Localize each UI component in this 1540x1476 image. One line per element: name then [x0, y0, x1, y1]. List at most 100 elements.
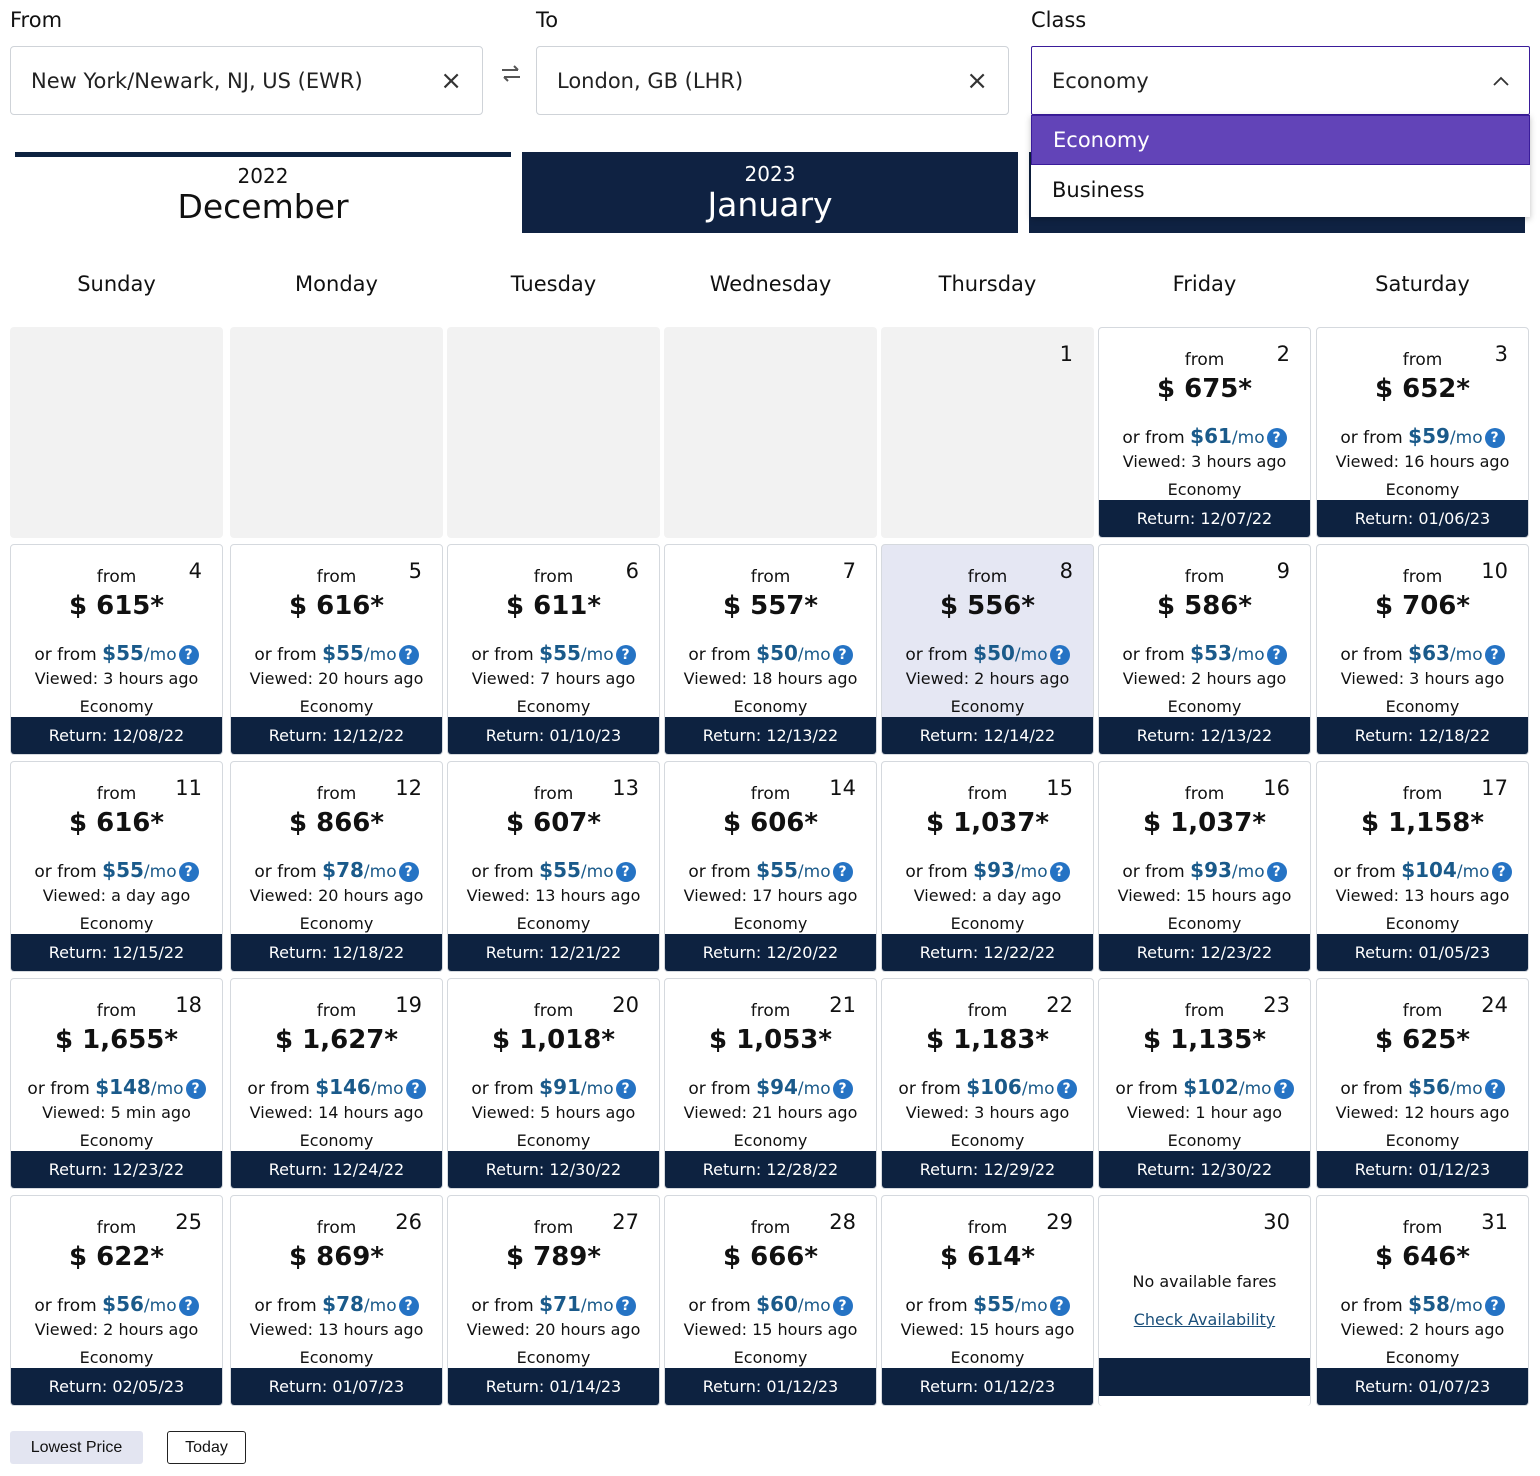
- clear-to-icon[interactable]: ×: [966, 68, 988, 94]
- calendar-day-15[interactable]: 15 from $ 1,037* or from $93/mo? Viewed: a d…: [881, 761, 1094, 972]
- calendar-day-19[interactable]: 19 from $ 1,627* or from $146/mo? Viewed: 14…: [230, 978, 443, 1189]
- help-icon[interactable]: ?: [615, 862, 636, 882]
- calendar-day-18[interactable]: 18 from $ 1,655* or from $148/mo? Viewed: 5 …: [10, 978, 223, 1189]
- per-month-label: /mo: [580, 862, 614, 882]
- from-label: from: [750, 567, 791, 587]
- help-icon[interactable]: ?: [1273, 1079, 1294, 1099]
- help-icon[interactable]: ?: [615, 1296, 636, 1316]
- calendar-day-10[interactable]: 10 from $ 706* or from $63/mo? Viewed: 3 hou…: [1316, 544, 1529, 755]
- monthly-price: or from $56/mo?: [1317, 1075, 1528, 1099]
- calendar-day-13[interactable]: 13 from $ 607* or from $55/mo? Viewed: 13 ho…: [447, 761, 660, 972]
- calendar-day-26[interactable]: 26 from $ 869* or from $78/mo? Viewed: 13 ho…: [230, 1195, 443, 1406]
- class-option-economy[interactable]: Economy: [1031, 115, 1530, 165]
- class-select[interactable]: Economy: [1031, 46, 1530, 115]
- help-icon[interactable]: ?: [615, 1079, 636, 1099]
- calendar-day-3[interactable]: 3 from $ 652* or from $59/mo? Viewed: 16 hou…: [1316, 327, 1529, 538]
- swap-arrows-icon[interactable]: [497, 62, 525, 86]
- month-tab-december[interactable]: 2022 December: [15, 152, 511, 233]
- calendar-day-27[interactable]: 27 from $ 789* or from $71/mo? Viewed: 20 ho…: [447, 1195, 660, 1406]
- help-icon[interactable]: ?: [1491, 862, 1512, 882]
- calendar-day-9[interactable]: 9 from $ 586* or from $53/mo? Viewed: 2 hour…: [1098, 544, 1311, 755]
- help-icon[interactable]: ?: [1049, 1296, 1070, 1316]
- help-icon[interactable]: ?: [178, 645, 199, 665]
- help-icon[interactable]: ?: [1056, 1079, 1077, 1099]
- per-month-label: /mo: [580, 1296, 614, 1316]
- help-icon[interactable]: ?: [832, 862, 853, 882]
- calendar-day-6[interactable]: 6 from $ 611* or from $55/mo? Viewed: 7 hour…: [447, 544, 660, 755]
- help-icon[interactable]: ?: [832, 1079, 853, 1099]
- viewed-prefix: Viewed:: [683, 1103, 753, 1122]
- help-icon[interactable]: ?: [832, 645, 853, 665]
- help-icon[interactable]: ?: [1484, 645, 1505, 665]
- calendar-day-17[interactable]: 17 from $ 1,158* or from $104/mo? Viewed: 13…: [1316, 761, 1529, 972]
- calendar-day-24[interactable]: 24 from $ 625* or from $56/mo? Viewed: 12 ho…: [1316, 978, 1529, 1189]
- fare-price: $ 606*: [722, 808, 818, 838]
- help-icon[interactable]: ?: [1049, 862, 1070, 882]
- calendar-day-4[interactable]: 4 from $ 615* or from $55/mo? Viewed: 3 hour…: [10, 544, 223, 755]
- help-icon[interactable]: ?: [398, 862, 419, 882]
- help-icon[interactable]: ?: [1266, 645, 1287, 665]
- calendar-day-23[interactable]: 23 from $ 1,135* or from $102/mo? Viewed: 1 …: [1098, 978, 1311, 1189]
- clear-from-icon[interactable]: ×: [440, 68, 462, 94]
- month-tab-january[interactable]: 2023 January: [522, 152, 1018, 233]
- calendar-day-12[interactable]: 12 from $ 866* or from $78/mo? Viewed: 20 ho…: [230, 761, 443, 972]
- viewed-prefix: Viewed:: [683, 669, 753, 688]
- help-icon[interactable]: ?: [405, 1079, 426, 1099]
- calendar-day-30[interactable]: 30 No available fares Check Availability: [1098, 1195, 1311, 1406]
- cabin-class: Economy: [1385, 697, 1460, 716]
- help-icon[interactable]: ?: [1484, 1296, 1505, 1316]
- help-icon[interactable]: ?: [178, 1296, 199, 1316]
- weekday-sunday: Sunday: [77, 272, 156, 296]
- return-date: 12/23/22: [1200, 943, 1273, 962]
- calendar-day-14[interactable]: 14 from $ 606* or from $55/mo? Viewed: 17 ho…: [664, 761, 877, 972]
- from-label: from: [96, 1001, 137, 1021]
- viewed-prefix: Viewed:: [900, 1320, 970, 1339]
- fare-price: $ 1,037*: [926, 808, 1049, 838]
- per-month-label: /mo: [370, 1079, 404, 1099]
- help-icon[interactable]: ?: [1049, 645, 1070, 665]
- help-icon[interactable]: ?: [615, 645, 636, 665]
- calendar-day-21[interactable]: 21 from $ 1,053* or from $94/mo? Viewed: 21 …: [664, 978, 877, 1189]
- class-option-business[interactable]: Business: [1031, 165, 1530, 215]
- calendar-day-29[interactable]: 29 from $ 614* or from $55/mo? Viewed: 15 ho…: [881, 1195, 1094, 1406]
- calendar-day-2[interactable]: 2 from $ 675* or from $61/mo? Viewed: 3 hour…: [1098, 327, 1311, 538]
- to-input[interactable]: London, GB (LHR) ×: [536, 46, 1009, 115]
- monthly-price: or from $63/mo?: [1317, 641, 1528, 665]
- help-icon[interactable]: ?: [178, 862, 199, 882]
- help-icon[interactable]: ?: [1484, 428, 1505, 448]
- return-date-bar: Return: 01/10/23: [448, 717, 659, 754]
- calendar-day-31[interactable]: 31 from $ 646* or from $58/mo? Viewed: 2 hou…: [1316, 1195, 1529, 1406]
- help-icon[interactable]: ?: [185, 1079, 206, 1099]
- help-icon[interactable]: ?: [832, 1296, 853, 1316]
- from-label: from: [96, 784, 137, 804]
- lowest-price-button[interactable]: Lowest Price: [10, 1431, 143, 1464]
- from-label: from: [316, 784, 357, 804]
- today-button[interactable]: Today: [167, 1431, 246, 1464]
- monthly-price: or from $50/mo?: [882, 641, 1093, 665]
- viewed-value: 13 hours ago: [1404, 886, 1510, 905]
- calendar-day-25[interactable]: 25 from $ 622* or from $56/mo? Viewed: 2 hou…: [10, 1195, 223, 1406]
- fare-price: $ 1,135*: [1143, 1025, 1266, 1055]
- chevron-up-icon[interactable]: [1493, 76, 1509, 86]
- from-label: from: [1184, 1001, 1225, 1021]
- calendar-day-11[interactable]: 11 from $ 616* or from $55/mo? Viewed: a day…: [10, 761, 223, 972]
- help-icon[interactable]: ?: [1266, 428, 1287, 448]
- calendar-day-20[interactable]: 20 from $ 1,018* or from $91/mo? Viewed: 5 h…: [447, 978, 660, 1189]
- help-icon[interactable]: ?: [1484, 1079, 1505, 1099]
- monthly-amount: $93: [973, 858, 1015, 882]
- help-icon[interactable]: ?: [1266, 862, 1287, 882]
- calendar-day-5[interactable]: 5 from $ 616* or from $55/mo? Viewed: 20 hou…: [230, 544, 443, 755]
- calendar-day-7[interactable]: 7 from $ 557* or from $50/mo? Viewed: 18 hou…: [664, 544, 877, 755]
- calendar-day-16[interactable]: 16 from $ 1,037* or from $93/mo? Viewed: 15 …: [1098, 761, 1311, 972]
- help-icon[interactable]: ?: [398, 645, 419, 665]
- fare-price: $ 586*: [1156, 591, 1252, 621]
- cabin-class: Economy: [733, 914, 808, 933]
- help-icon[interactable]: ?: [398, 1296, 419, 1316]
- calendar-day-28[interactable]: 28 from $ 666* or from $60/mo? Viewed: 15 ho…: [664, 1195, 877, 1406]
- check-availability-link[interactable]: Check Availability: [1099, 1310, 1310, 1329]
- calendar-day-22[interactable]: 22 from $ 1,183* or from $106/mo? Viewed: 3 …: [881, 978, 1094, 1189]
- from-input[interactable]: New York/Newark, NJ, US (EWR) ×: [10, 46, 483, 115]
- return-date: 01/12/23: [766, 1377, 839, 1396]
- return-date: 12/14/22: [983, 726, 1056, 745]
- calendar-day-8[interactable]: 8 from $ 556* or from $50/mo? Viewed: 2 hour…: [881, 544, 1094, 755]
